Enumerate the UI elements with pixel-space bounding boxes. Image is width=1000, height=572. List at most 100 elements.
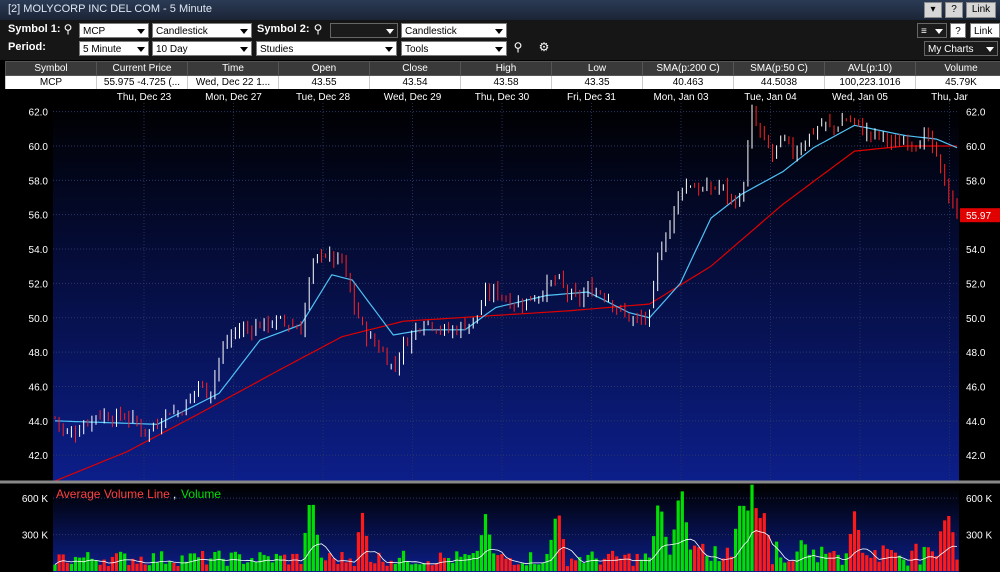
volume-bar: [295, 553, 299, 571]
volume-bar: [643, 553, 647, 571]
volume-bar: [557, 515, 561, 571]
help-button[interactable]: ?: [950, 23, 966, 38]
volume-bar: [672, 529, 676, 571]
volume-bar: [775, 541, 779, 571]
quote-header-cell[interactable]: Low: [551, 61, 643, 76]
x-tick-label: Thu, Dec 23: [117, 92, 172, 103]
volume-bar: [274, 553, 278, 571]
y-tick-label-right: 52.0: [966, 279, 986, 290]
quote-header-cell[interactable]: Symbol: [5, 61, 97, 76]
volume-bar: [287, 564, 291, 571]
quote-header-cell[interactable]: SMA(p:200 C): [642, 61, 734, 76]
range-select[interactable]: 10 Day: [152, 41, 252, 56]
volume-bar: [939, 531, 943, 571]
volume-bar: [401, 550, 406, 571]
volume-bar: [947, 515, 951, 571]
quote-value-cell: Wed, Dec 22 1...: [187, 75, 279, 90]
quote-value-row: MCP 55.975 -4.725 (... Wed, Dec 22 1... 43.…: [5, 75, 1000, 90]
volume-bar: [955, 559, 959, 571]
symbol2-input[interactable]: [330, 23, 398, 38]
my-charts-select[interactable]: My Charts: [924, 41, 998, 56]
volume-bar: [315, 534, 319, 571]
volume-bar: [951, 532, 955, 571]
volume-bar: [328, 553, 332, 571]
volume-bar: [385, 565, 389, 571]
tools-select[interactable]: Tools: [401, 41, 507, 56]
symbol2-search-icon[interactable]: ⚲: [310, 22, 326, 37]
volume-bar: [135, 563, 139, 571]
volume-bar: [533, 564, 537, 571]
volume-bar: [885, 548, 889, 571]
period-select[interactable]: 5 Minute: [79, 41, 149, 56]
window-link-button[interactable]: Link: [966, 2, 996, 18]
window-menu-button[interactable]: ▾: [924, 2, 942, 18]
quote-header-cell[interactable]: SMA(p:50 C): [733, 61, 825, 76]
volume-bar: [787, 561, 791, 571]
chart-type2-select[interactable]: Candlestick: [401, 23, 507, 38]
volume-bar: [914, 543, 918, 571]
chart-toolbar: Symbol 1: ⚲ MCP Candlestick Symbol 2: ⚲ …: [0, 20, 1000, 60]
quote-header-cell[interactable]: Volume: [915, 61, 1000, 76]
volume-bar: [619, 558, 623, 571]
studies-select[interactable]: Studies: [256, 41, 397, 56]
volume-bar: [242, 563, 246, 571]
volume-bar: [770, 564, 775, 571]
quote-header-cell[interactable]: AVL(p:10): [824, 61, 916, 76]
settings-icon[interactable]: ⚙: [534, 40, 554, 55]
symbol1-search-icon[interactable]: ⚲: [60, 22, 76, 37]
chart-type1-select[interactable]: Candlestick: [152, 23, 252, 38]
volume-bar: [463, 554, 467, 571]
quote-header-cell[interactable]: Close: [369, 61, 461, 76]
volume-bar: [693, 545, 697, 571]
volume-bar: [520, 563, 524, 571]
volume-bar: [65, 562, 69, 571]
options-dropdown[interactable]: ≡: [917, 23, 947, 38]
legend-average-volume: Average Volume Line: [56, 487, 170, 501]
volume-bar: [410, 564, 414, 571]
volume-bar: [820, 546, 824, 571]
volume-bar: [422, 563, 426, 571]
symbol1-input[interactable]: MCP: [79, 23, 149, 38]
volume-bar: [278, 555, 283, 571]
volume-bar: [553, 518, 557, 571]
quote-header-cell[interactable]: Time: [187, 61, 279, 76]
volume-bar: [500, 554, 504, 571]
volume-bar: [902, 559, 906, 571]
volume-bar: [492, 553, 496, 571]
zoom-icon[interactable]: ⚲: [510, 40, 526, 55]
volume-bar: [664, 536, 668, 571]
quote-header-cell[interactable]: Open: [278, 61, 370, 76]
volume-bar: [237, 554, 242, 571]
volume-bar: [824, 553, 828, 571]
quote-header-cell[interactable]: High: [460, 61, 552, 76]
link-button[interactable]: Link: [970, 23, 1000, 38]
volume-bar: [225, 565, 229, 571]
volume-bar: [426, 561, 430, 571]
volume-bar: [828, 552, 832, 571]
volume-bar: [307, 504, 311, 571]
volume-bar: [291, 553, 295, 571]
volume-bar: [930, 551, 934, 571]
y-tick-label-right: 50.0: [966, 314, 986, 325]
quote-value-cell: 100,223.1016: [824, 75, 916, 90]
volume-bar: [442, 557, 447, 571]
quote-header-cell[interactable]: Current Price: [96, 61, 188, 76]
volume-bar: [172, 562, 176, 571]
window-help-button[interactable]: ?: [945, 2, 963, 18]
y-tick-label-right: 48.0: [966, 348, 986, 359]
volume-bar: [94, 560, 98, 571]
volume-bar: [139, 556, 143, 571]
volume-bar: [762, 513, 766, 571]
volume-bar: [217, 550, 221, 571]
y-tick-label-right: 60.0: [966, 142, 986, 153]
volume-bar: [201, 550, 205, 571]
x-tick-label: Fri, Dec 31: [567, 92, 616, 103]
volume-bar: [488, 534, 492, 571]
volume-bar: [561, 539, 565, 571]
volume-bar: [865, 555, 869, 571]
price-chart[interactable]: Thu, Dec 23 Mon, Dec 27 Tue, Dec 28 Wed, De…: [0, 89, 1000, 572]
y-tick-label-left: 46.0: [29, 383, 49, 394]
x-tick-label: Tue, Jan 04: [744, 92, 797, 103]
window-title: [2] MOLYCORP INC DEL COM - 5 Minute: [8, 3, 212, 15]
volume-bar: [414, 563, 418, 571]
